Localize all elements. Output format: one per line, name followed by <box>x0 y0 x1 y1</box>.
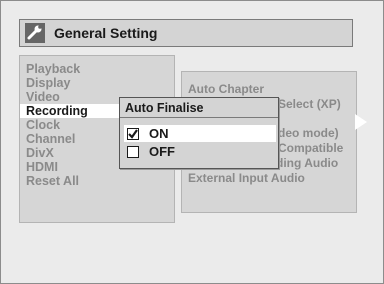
checkbox-on[interactable] <box>127 127 139 140</box>
menu-item-reset-all[interactable]: Reset All <box>20 174 174 188</box>
submenu-item-auto-chapter[interactable]: Auto Chapter <box>188 82 343 97</box>
wrench-icon <box>24 22 46 44</box>
check-icon <box>128 128 138 139</box>
page-title: General Setting <box>54 25 158 41</box>
submenu-item-external-input-audio[interactable]: External Input Audio <box>188 171 343 186</box>
settings-screen: General Setting Playback Display Video R… <box>0 0 384 284</box>
menu-item-playback[interactable]: Playback <box>20 62 174 76</box>
title-bar: General Setting <box>19 19 353 47</box>
menu-item-display[interactable]: Display <box>20 76 174 90</box>
checkbox-off[interactable] <box>127 145 139 158</box>
auto-finalise-dialog: Auto Finalise ON OFF <box>119 97 279 169</box>
dialog-title: Auto Finalise <box>120 98 278 118</box>
option-on-label: ON <box>149 126 169 141</box>
option-on[interactable]: ON <box>124 125 276 142</box>
option-off-label: OFF <box>149 144 175 159</box>
option-off[interactable]: OFF <box>124 143 276 160</box>
arrow-right-icon <box>355 114 367 130</box>
